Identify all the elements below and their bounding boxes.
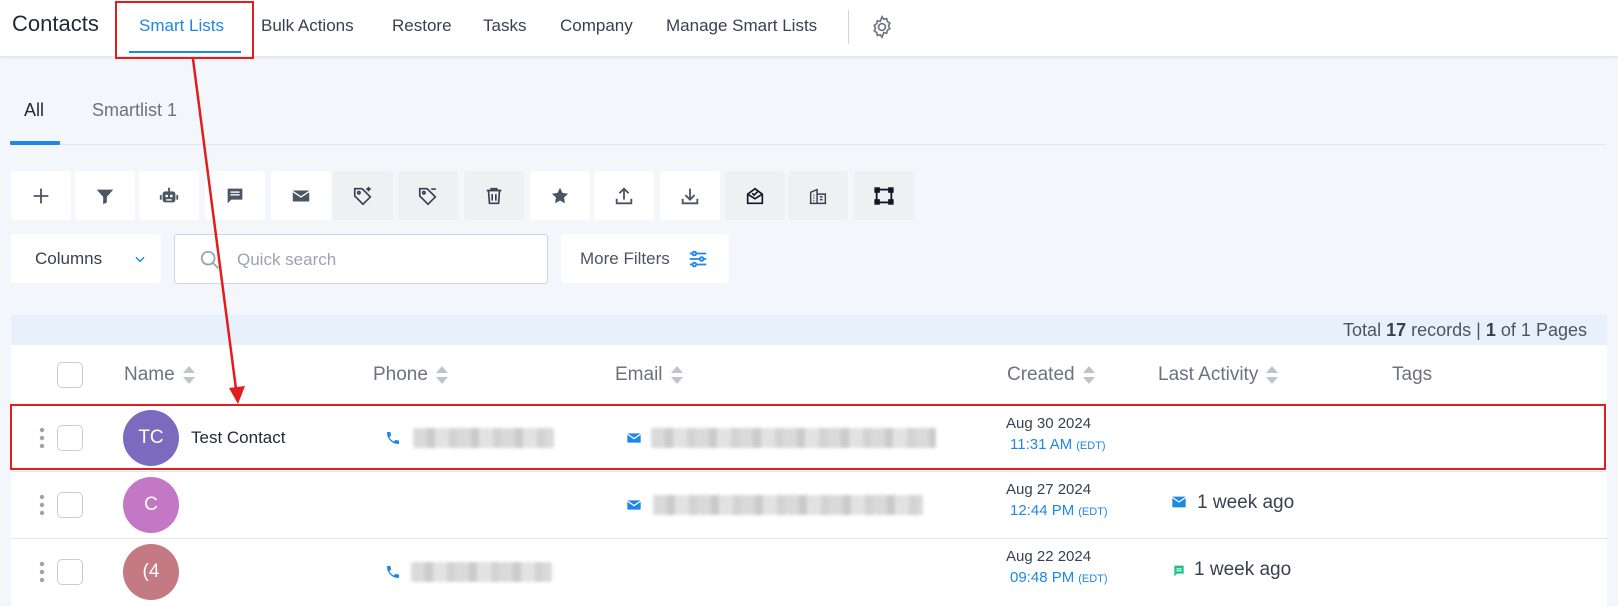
download-icon (681, 188, 699, 204)
row-checkbox[interactable] (57, 559, 83, 585)
delete-button[interactable] (464, 171, 524, 220)
highlight-test-contact-row (10, 404, 1606, 470)
more-filters-button[interactable]: More Filters (561, 234, 729, 283)
tab-all[interactable]: All (24, 100, 44, 121)
email-icon (292, 190, 310, 201)
company-button[interactable] (788, 171, 848, 220)
send-email-button[interactable] (271, 171, 331, 220)
row-checkbox[interactable] (57, 492, 83, 518)
created-date: Aug 22 2024 (1006, 548, 1092, 565)
tab-smartlist-1[interactable]: Smartlist 1 (92, 100, 177, 121)
column-header-email[interactable]: Email (615, 364, 684, 386)
summary-page-count: 1 (1520, 320, 1531, 340)
filter-button[interactable] (75, 171, 135, 220)
nav-manage-smart-lists[interactable]: Manage Smart Lists (666, 16, 817, 36)
select-all-checkbox[interactable] (57, 362, 83, 388)
summary-of-label: of (1500, 320, 1516, 340)
table-row[interactable]: (4 Aug 22 2024 09:48 PM (EDT) 1 week ago (11, 539, 1607, 605)
email-icon (1171, 496, 1187, 508)
quick-search (174, 234, 548, 284)
columns-dropdown[interactable]: Columns (11, 234, 161, 283)
sort-icon (182, 366, 195, 384)
sort-icon (1082, 366, 1095, 384)
records-summary: Total 17 records | 1 of 1 Pages (11, 315, 1607, 345)
created-date: Aug 27 2024 (1006, 481, 1092, 498)
mail-campaign-button[interactable] (725, 171, 785, 220)
summary-pages-label: Pages (1535, 320, 1587, 340)
sort-icon (435, 366, 448, 384)
remove-tag-button[interactable] (398, 171, 458, 220)
timezone-label: (EDT) (1078, 506, 1108, 518)
building-icon (809, 187, 827, 204)
summary-records-label: records | (1411, 320, 1481, 340)
trash-icon (486, 187, 502, 204)
search-icon (200, 250, 219, 269)
merge-icon (874, 186, 894, 205)
sort-icon (1266, 366, 1279, 384)
add-tag-button[interactable] (333, 171, 393, 220)
export-button[interactable] (660, 171, 720, 220)
favorite-button[interactable] (530, 171, 590, 220)
summary-current-page: 1 (1485, 320, 1496, 340)
message-icon (227, 188, 243, 203)
automation-button[interactable] (139, 171, 199, 220)
sliders-icon (689, 250, 707, 268)
redacted-phone (411, 562, 552, 582)
last-activity: 1 week ago (1197, 492, 1295, 513)
import-button[interactable] (594, 171, 654, 220)
chat-icon (1174, 565, 1184, 577)
highlight-smart-lists (115, 1, 254, 59)
app-title: Contacts (12, 11, 99, 36)
column-header-phone[interactable]: Phone (373, 364, 449, 386)
column-header-last-activity[interactable]: Last Activity (1158, 364, 1279, 386)
kebab-icon[interactable] (39, 494, 45, 516)
tag-remove-icon (418, 187, 437, 205)
column-header-created[interactable]: Created (1007, 364, 1096, 386)
search-input[interactable] (237, 247, 527, 273)
tag-add-icon (353, 186, 372, 205)
columns-label: Columns (35, 248, 103, 268)
created-time: 12:44 PM (1010, 502, 1075, 519)
last-activity: 1 week ago (1194, 559, 1292, 580)
tab-active-underline (10, 141, 60, 145)
nav-divider (848, 10, 849, 44)
nav-bulk-actions[interactable]: Bulk Actions (261, 16, 354, 36)
upload-icon (615, 186, 633, 204)
plus-icon (33, 188, 49, 203)
email-icon (626, 500, 642, 510)
envelope-open-icon (746, 187, 764, 204)
send-sms-button[interactable] (205, 171, 265, 220)
column-header-tags[interactable]: Tags (1392, 364, 1432, 386)
filter-icon (96, 189, 114, 204)
redacted-email (653, 495, 923, 515)
kebab-icon[interactable] (39, 561, 45, 583)
table-row[interactable]: C Aug 27 2024 12:44 PM (EDT) 1 week ago (11, 472, 1607, 538)
timezone-label: (EDT) (1078, 573, 1108, 585)
avatar[interactable]: C (123, 477, 179, 533)
add-contact-button[interactable] (11, 171, 71, 220)
more-filters-label: More Filters (580, 249, 670, 268)
avatar[interactable]: (4 (123, 544, 179, 600)
created-time: 09:48 PM (1010, 569, 1075, 586)
tab-divider (10, 144, 1606, 145)
merge-button[interactable] (854, 171, 914, 220)
chevron-down-icon (135, 256, 145, 263)
summary-records-count: 17 (1386, 320, 1407, 340)
nav-company[interactable]: Company (560, 16, 633, 36)
sort-icon (670, 366, 683, 384)
summary-total-label: Total (1343, 320, 1382, 340)
column-header-name[interactable]: Name (124, 364, 196, 386)
phone-icon (387, 566, 399, 578)
nav-restore[interactable]: Restore (392, 16, 452, 36)
gear-icon[interactable] (869, 14, 895, 40)
nav-tasks[interactable]: Tasks (483, 16, 526, 36)
star-icon (551, 187, 569, 203)
robot-icon (159, 187, 179, 202)
